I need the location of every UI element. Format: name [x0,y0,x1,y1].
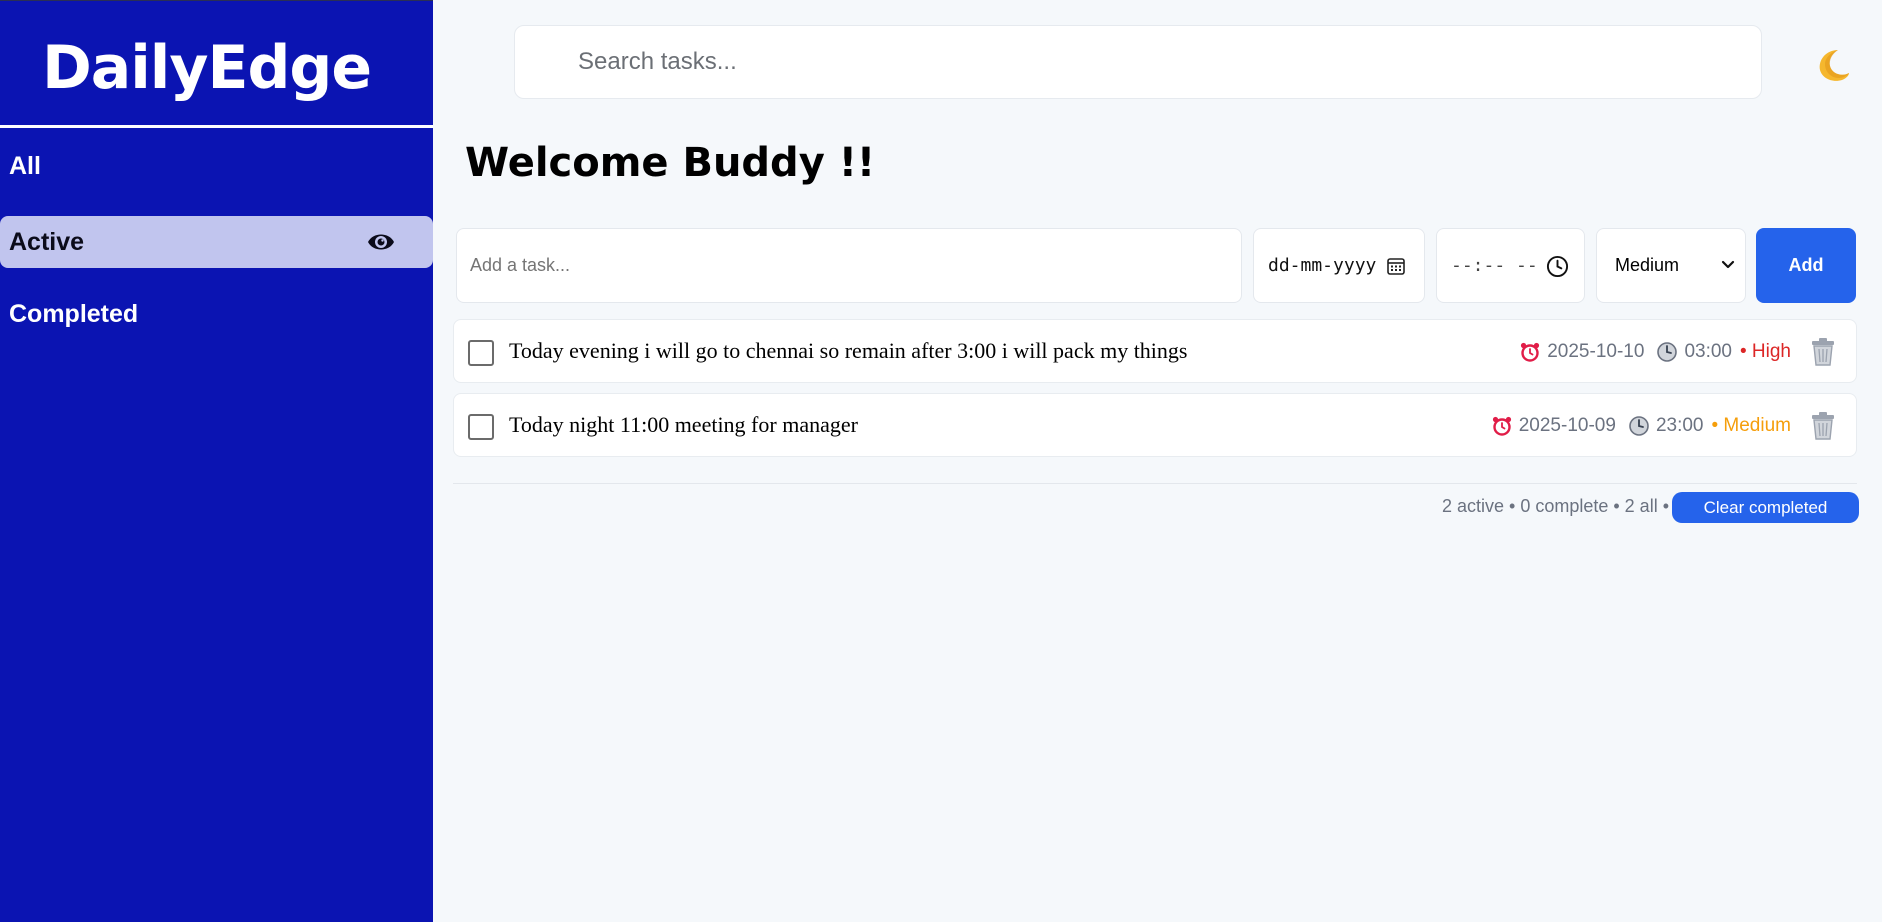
sidebar-item-label: All [9,151,41,180]
sidebar-item-completed[interactable]: Completed [0,288,433,340]
task-text: Today night 11:00 meeting for manager [509,412,858,437]
task-date: 2025-10-09 [1518,415,1616,436]
search-box [514,25,1762,99]
task-checkbox[interactable] [468,340,494,366]
task-meta: 2025-10-09 23:00 • Medium [1491,394,1836,458]
alarm-clock-icon [1521,342,1540,362]
sidebar: DailyEdge All Active Completed [0,0,433,922]
task-checkbox[interactable] [468,414,494,440]
add-task-button[interactable]: Add [1756,228,1856,303]
clock-icon [1657,342,1678,362]
moon-icon[interactable] [1812,46,1852,86]
priority-selected: Medium [1615,255,1680,275]
task-time: 23:00 [1655,415,1704,436]
task-priority-badge: • High [1739,341,1791,362]
clock-icon [1629,416,1649,436]
sidebar-item-label: Active [9,227,85,256]
footer-divider [453,483,1857,484]
clear-completed-button[interactable]: Clear completed [1672,492,1859,523]
task-date: 2025-10-10 [1547,341,1645,362]
eye-icon [368,234,394,250]
date-input[interactable]: dd-mm-yyyy [1253,228,1425,303]
task-text: Today evening i will go to chennai so re… [509,338,1188,363]
task-stats: 2 active • 0 complete • 2 all • [1441,496,1669,516]
chevron-down-icon [1721,260,1735,269]
time-input[interactable]: --:-- -- [1436,228,1585,303]
sidebar-item-label: Completed [9,299,139,328]
task-time: 03:00 [1684,341,1732,362]
task-priority-badge: • Medium [1711,415,1791,436]
trash-icon[interactable] [1810,337,1836,367]
clock-icon[interactable] [1546,255,1569,278]
task-input-wrapper [456,228,1242,303]
search-input[interactable] [515,26,1761,98]
sidebar-item-all[interactable]: All [0,140,433,192]
trash-icon[interactable] [1810,411,1836,441]
task-input[interactable] [457,229,1241,302]
date-placeholder: dd-mm-yyyy [1268,255,1377,276]
brand-logo: DailyEdge [41,33,372,103]
time-placeholder: --:-- -- [1451,255,1538,276]
calendar-icon[interactable] [1386,256,1406,276]
priority-select[interactable]: Medium [1596,228,1746,303]
sidebar-item-active[interactable]: Active [0,216,433,268]
brand-divider [0,125,433,128]
page-title: Welcome Buddy !! [465,140,876,186]
task-meta: 2025-10-10 03:00 • High [1519,320,1836,384]
alarm-clock-icon [1492,416,1511,436]
task-row: Today night 11:00 meeting for manager 20… [453,393,1857,457]
task-row: Today evening i will go to chennai so re… [453,319,1857,383]
